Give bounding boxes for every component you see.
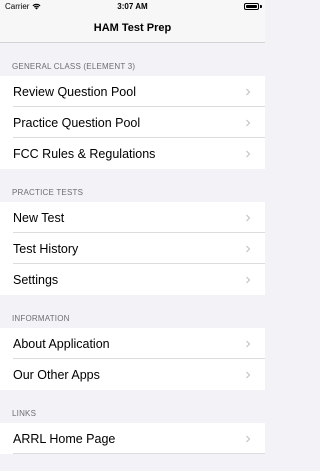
row-label: About Application: [13, 336, 110, 351]
row-test-history[interactable]: Test History: [0, 233, 265, 264]
chevron-right-icon: [246, 435, 251, 442]
section-header-practice-tests: PRACTICE TESTS: [12, 188, 84, 197]
row-review-question-pool[interactable]: Review Question Pool: [0, 76, 265, 107]
section-header-information: INFORMATION: [12, 314, 70, 323]
battery-tip: [260, 5, 262, 8]
section-general-class: Review Question Pool Practice Question P…: [0, 76, 265, 169]
section-practice-tests: New Test Test History Settings: [0, 202, 265, 295]
row-label: New Test: [13, 210, 65, 225]
chevron-right-icon: [246, 88, 251, 95]
chevron-right-icon: [246, 340, 251, 347]
chevron-right-icon: [246, 371, 251, 378]
chevron-right-icon: [246, 245, 251, 252]
row-label: FCC Rules & Regulations: [13, 146, 156, 161]
row-about-application[interactable]: About Application: [0, 328, 265, 359]
section-information: About Application Our Other Apps: [0, 328, 265, 390]
row-label: Review Question Pool: [13, 84, 136, 99]
row-label: Test History: [13, 241, 79, 256]
page-title: HAM Test Prep: [93, 22, 172, 34]
chevron-right-icon: [246, 214, 251, 221]
row-settings[interactable]: Settings: [0, 264, 265, 295]
status-time: 3:07 AM: [117, 2, 148, 11]
settings-list: GENERAL CLASS (ELEMENT 3) Review Questio…: [0, 43, 265, 454]
row-label: Our Other Apps: [13, 367, 100, 382]
section-links: ARRL Home Page: [0, 423, 265, 454]
navigation-bar: HAM Test Prep: [0, 14, 265, 43]
row-practice-question-pool[interactable]: Practice Question Pool: [0, 107, 265, 138]
battery-icon: [244, 3, 259, 10]
row-label: Practice Question Pool: [13, 115, 141, 130]
chevron-right-icon: [246, 276, 251, 283]
chevron-right-icon: [246, 150, 251, 157]
section-header-links: LINKS: [12, 409, 37, 418]
status-bar: Carrier 3:07 AM: [0, 0, 265, 14]
section-header-general-class: GENERAL CLASS (ELEMENT 3): [12, 62, 136, 71]
row-our-other-apps[interactable]: Our Other Apps: [0, 359, 265, 390]
row-label: Settings: [13, 272, 59, 287]
row-new-test[interactable]: New Test: [0, 202, 265, 233]
row-arrl-home-page[interactable]: ARRL Home Page: [0, 423, 265, 454]
chevron-right-icon: [246, 119, 251, 126]
row-fcc-rules[interactable]: FCC Rules & Regulations: [0, 138, 265, 169]
row-label: ARRL Home Page: [13, 431, 116, 446]
